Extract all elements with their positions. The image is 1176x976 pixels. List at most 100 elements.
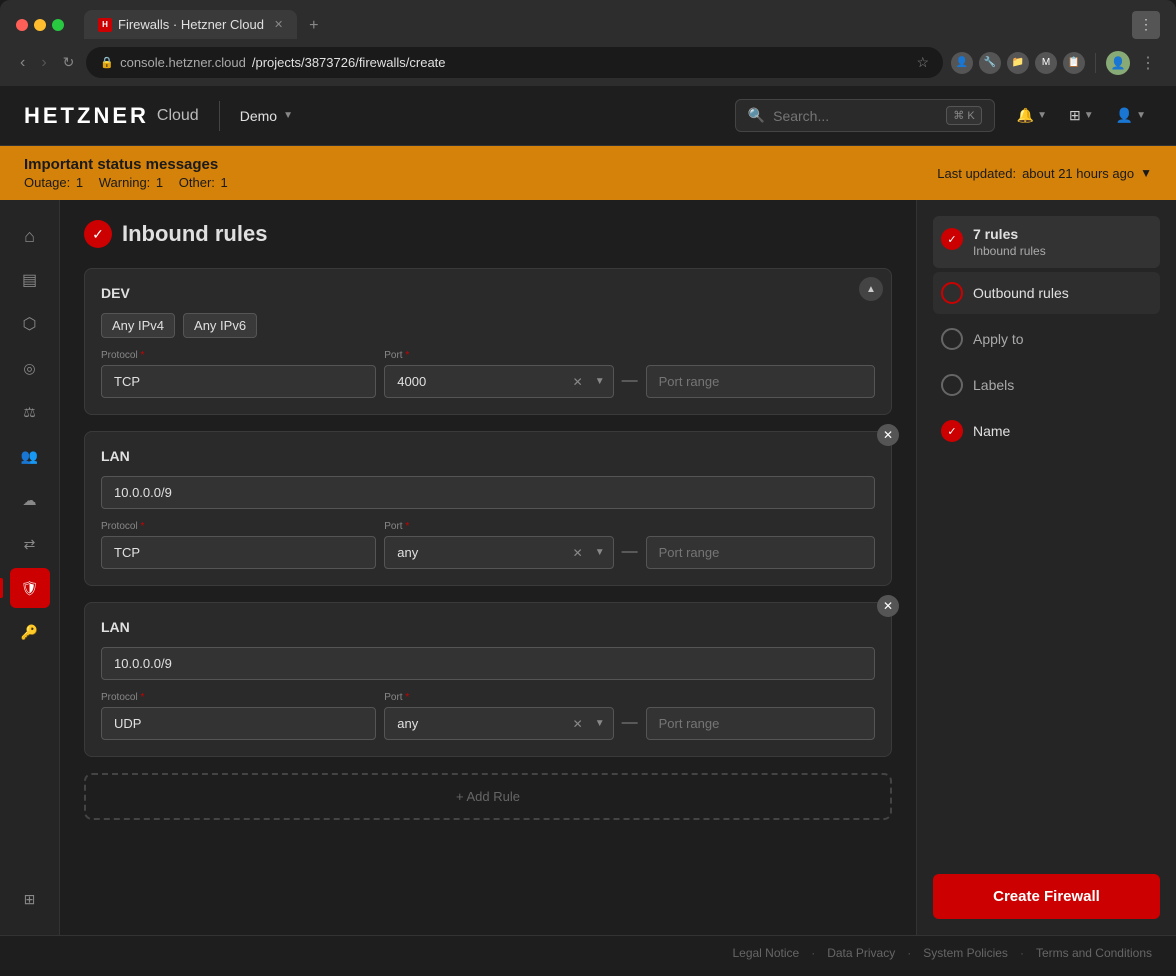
panel-dot-inbound: ✓ <box>941 228 963 250</box>
firewalls-icon: 🛡 <box>21 580 39 597</box>
rule-close-lan-2[interactable]: ✕ <box>877 595 899 617</box>
page-title: Inbound rules <box>122 221 267 247</box>
tab-close-icon[interactable]: ✕ <box>274 18 283 31</box>
protocol-select-dev[interactable]: TCP UDP ICMP <box>101 365 376 398</box>
protocol-select-lan-1[interactable]: TCP UDP <box>101 536 376 569</box>
footer-legal[interactable]: Legal Notice <box>732 946 799 960</box>
dot-green[interactable] <box>52 19 64 31</box>
secure-icon: 🔒 <box>100 56 114 69</box>
dash-separator-lan-1: — <box>622 543 638 569</box>
panel-item-inbound[interactable]: ✓ 7 rules Inbound rules <box>933 216 1160 268</box>
dot-yellow[interactable] <box>34 19 46 31</box>
ext-icon-3[interactable]: 📁 <box>1007 52 1029 74</box>
checkmark-icon: ✓ <box>92 226 104 243</box>
panel-item-labels[interactable]: Labels <box>933 364 1160 406</box>
search-input[interactable] <box>773 108 938 124</box>
port-clear-icon[interactable]: ✕ <box>569 375 587 389</box>
panel-item-inbound-text: 7 rules Inbound rules <box>973 226 1046 258</box>
panel-item-apply[interactable]: Apply to <box>933 318 1160 360</box>
panel-item-name[interactable]: ✓ Name <box>933 410 1160 452</box>
sidebar-item-firewalls[interactable]: 🛡 <box>10 568 50 608</box>
footer-terms[interactable]: Terms and Conditions <box>1036 946 1152 960</box>
notifications-button[interactable]: 🔔 ▼ <box>1011 101 1053 130</box>
sidebar-item-networks[interactable]: ◎ <box>10 348 50 388</box>
ip-tag-ipv6[interactable]: Any IPv6 <box>183 313 257 338</box>
outbound-label: Outbound rules <box>973 285 1069 301</box>
ip-input-lan-1[interactable]: 10.0.0.0/9 <box>101 476 875 509</box>
sidebar-item-pipelines[interactable]: ⇄ <box>10 524 50 564</box>
search-icon: 🔍 <box>748 107 765 124</box>
reload-button[interactable]: ↻ <box>59 50 79 75</box>
status-banner-right[interactable]: Last updated: about 21 hours ago ▼ <box>937 166 1152 181</box>
browser-more-icon[interactable]: ⋮ <box>1136 49 1160 77</box>
warning-label: Warning: <box>99 175 151 190</box>
address-bar[interactable]: 🔒 console.hetzner.cloud/projects/3873726… <box>86 47 943 78</box>
user-button[interactable]: 👤 ▼ <box>1110 101 1152 130</box>
add-rule-button[interactable]: + Add Rule <box>84 773 892 820</box>
rule-scroll-indicator[interactable]: ▲ <box>859 277 883 301</box>
footer-policies[interactable]: System Policies <box>923 946 1008 960</box>
bookmark-icon[interactable]: ☆ <box>916 54 929 71</box>
sidebar-item-keys[interactable]: 🔑 <box>10 612 50 652</box>
port-range-group-dev <box>646 365 875 398</box>
project-name: Demo <box>240 108 277 124</box>
ip-input-lan-2[interactable]: 10.0.0.0/9 <box>101 647 875 680</box>
port-range-group-lan-1 <box>646 536 875 569</box>
port-value-lan-1[interactable] <box>385 537 568 568</box>
apps-button[interactable]: ⊞ ▼ <box>1063 101 1100 130</box>
check-icon-name: ✓ <box>947 425 956 438</box>
ext-icon-2[interactable]: 🔧 <box>979 52 1001 74</box>
status-banner: Important status messages Outage: 1 Warn… <box>0 146 1176 200</box>
port-range-input-lan-2[interactable] <box>646 707 875 740</box>
browser-tab-active[interactable]: H Firewalls · Hetzner Cloud ✕ <box>84 10 297 39</box>
project-selector[interactable]: Demo ▼ <box>240 108 293 124</box>
ext-icon-5[interactable]: 📋 <box>1063 52 1085 74</box>
port-chevron-icon-lan-2[interactable]: ▼ <box>587 718 613 729</box>
name-label: Name <box>973 423 1010 439</box>
port-chevron-icon-lan-1[interactable]: ▼ <box>587 547 613 558</box>
add-rule-label: + Add Rule <box>456 789 520 804</box>
sidebar-item-bottom[interactable]: ⊞ <box>10 879 50 919</box>
protocol-group-lan-2: Protocol * TCP UDP <box>101 692 376 740</box>
sidebar-item-teams[interactable]: 👥 <box>10 436 50 476</box>
ext-icon-1[interactable]: 👤 <box>951 52 973 74</box>
new-tab-button[interactable]: + <box>299 13 328 39</box>
profile-avatar[interactable]: 👤 <box>1106 51 1130 75</box>
page-title-icon: ✓ <box>84 220 112 248</box>
browser-menu-icon[interactable]: ⋮ <box>1132 11 1160 39</box>
port-value-dev[interactable] <box>385 366 568 397</box>
rule-name-lan-1: LAN <box>101 448 875 464</box>
port-value-lan-2[interactable] <box>385 708 568 739</box>
sidebar-item-volumes[interactable]: ⬡ <box>10 304 50 344</box>
ext-icon-4[interactable]: M <box>1035 52 1057 74</box>
port-clear-icon-lan-1[interactable]: ✕ <box>569 546 587 560</box>
protocol-label-lan-1: Protocol * <box>101 521 376 532</box>
back-button[interactable]: ‹ <box>16 50 29 76</box>
panel-item-outbound[interactable]: Outbound rules <box>933 272 1160 314</box>
sidebar-item-load-balancers[interactable]: ⚖ <box>10 392 50 432</box>
app-container: HETZNER Cloud Demo ▼ 🔍 ⌘ K 🔔 ▼ ⊞ ▼ 👤 ▼ I… <box>0 86 1176 970</box>
rule-close-lan-1[interactable]: ✕ <box>877 424 899 446</box>
forward-button[interactable]: › <box>37 50 50 76</box>
logo-divider <box>219 101 220 131</box>
ip-input-wrapper-lan-2: 10.0.0.0/9 <box>101 647 875 680</box>
logo: HETZNER Cloud <box>24 103 199 129</box>
port-clear-icon-lan-2[interactable]: ✕ <box>569 717 587 731</box>
sidebar-item-home[interactable]: ⌂ <box>10 216 50 256</box>
status-title: Important status messages <box>24 156 228 173</box>
dot-red[interactable] <box>16 19 28 31</box>
sidebar: ⌂ ▤ ⬡ ◎ ⚖ 👥 ☁ ⇄ 🛡 🔑 ⊞ <box>0 200 60 935</box>
sidebar-item-backups[interactable]: ☁ <box>10 480 50 520</box>
port-range-input-dev[interactable] <box>646 365 875 398</box>
page-header: ✓ Inbound rules <box>84 220 892 248</box>
footer-privacy[interactable]: Data Privacy <box>827 946 895 960</box>
sidebar-item-servers[interactable]: ▤ <box>10 260 50 300</box>
rule-row-dev: Protocol * TCP UDP ICMP Port * ✕ ▼ <box>101 350 875 398</box>
logo-cloud: Cloud <box>157 107 199 125</box>
port-range-input-lan-1[interactable] <box>646 536 875 569</box>
search-bar[interactable]: 🔍 ⌘ K <box>735 99 995 132</box>
ip-tag-ipv4[interactable]: Any IPv4 <box>101 313 175 338</box>
create-firewall-button[interactable]: Create Firewall <box>933 874 1160 919</box>
protocol-select-lan-2[interactable]: TCP UDP <box>101 707 376 740</box>
port-chevron-icon[interactable]: ▼ <box>587 376 613 387</box>
